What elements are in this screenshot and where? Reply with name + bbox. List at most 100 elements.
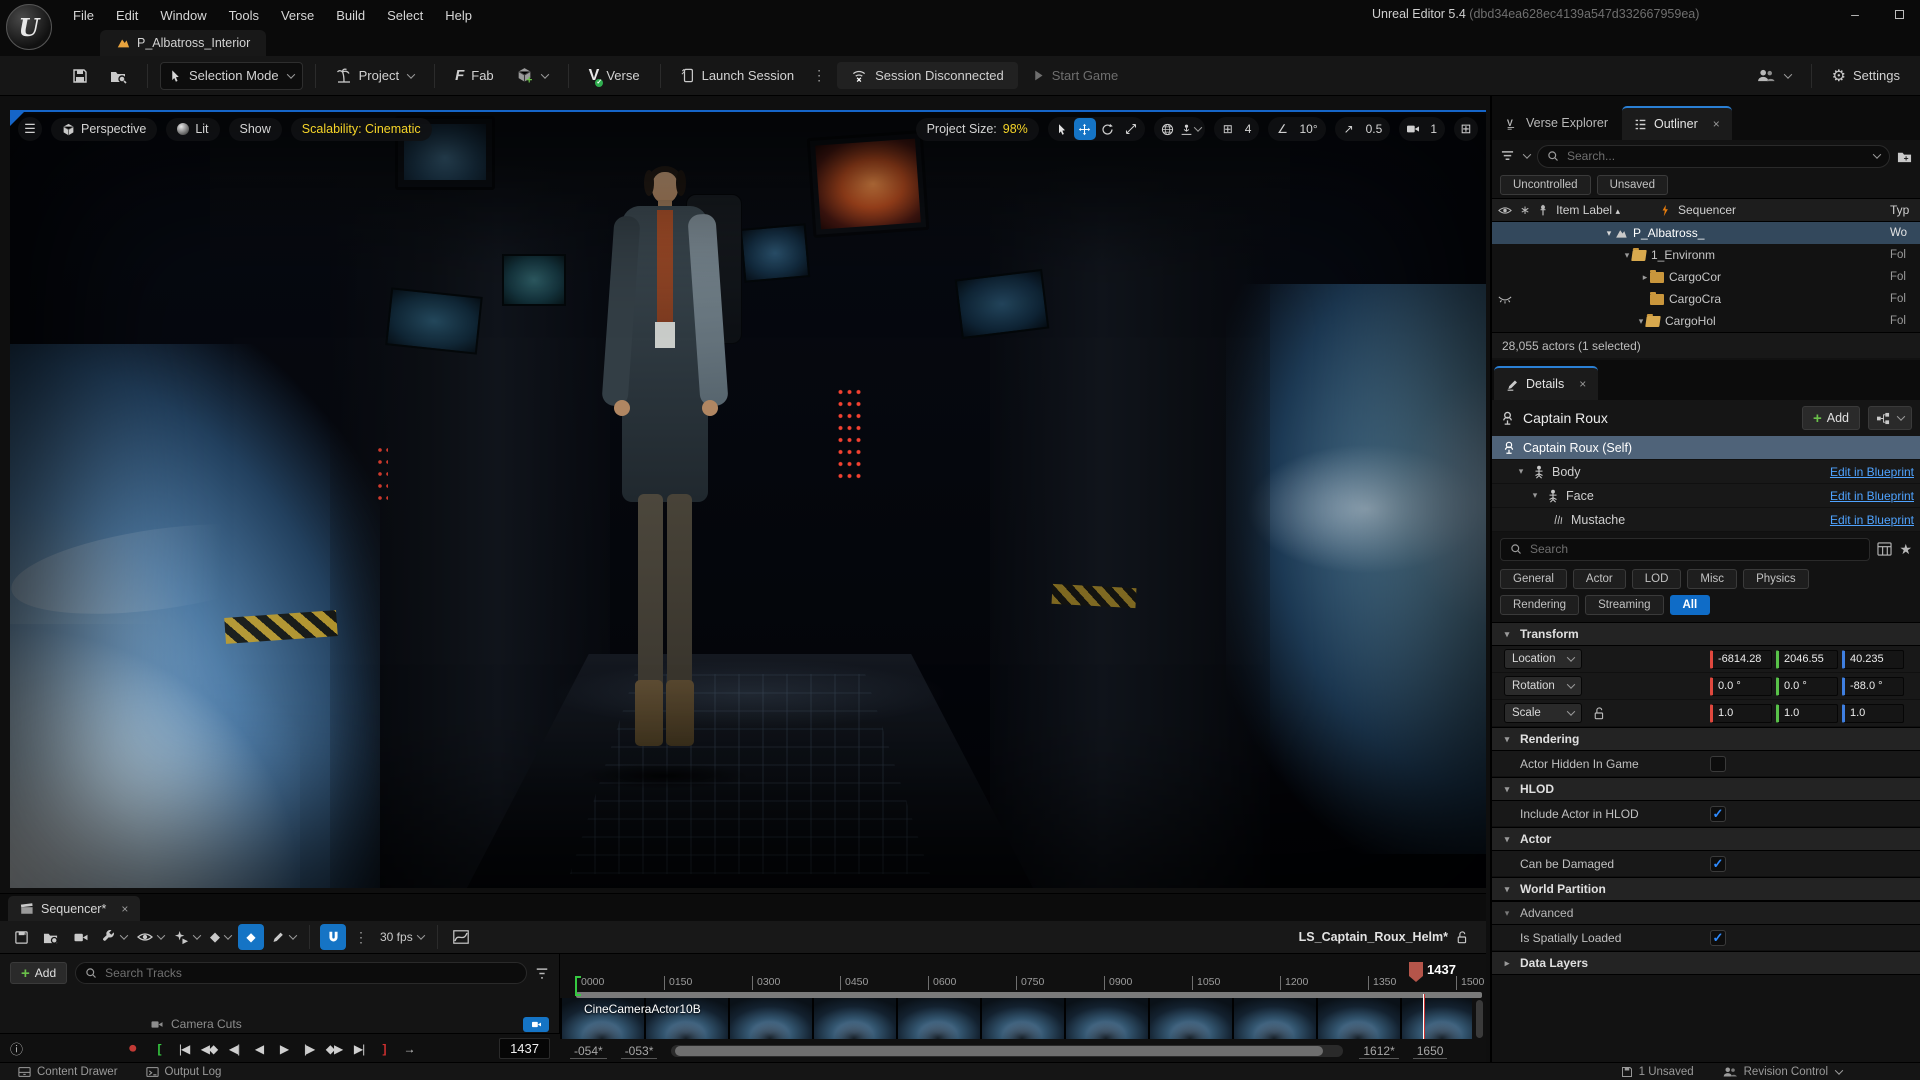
settings-button[interactable]: ⚙ Settings	[1824, 62, 1908, 90]
rotate-tool[interactable]	[1097, 118, 1119, 140]
section-rendering[interactable]: ▾ Rendering	[1492, 727, 1920, 751]
browse-sequence-button[interactable]	[38, 924, 64, 950]
section-hlod[interactable]: ▾ HLOD	[1492, 777, 1920, 801]
component-row-face[interactable]: ▾ Face Edit in Blueprint	[1492, 484, 1920, 508]
type-column[interactable]: Typ	[1890, 203, 1914, 217]
edit-in-blueprint-link[interactable]: Edit in Blueprint	[1830, 465, 1914, 479]
collaborators-dropdown[interactable]	[1748, 62, 1799, 90]
unlock-icon[interactable]	[1592, 706, 1605, 720]
view-range-end-field[interactable]: 1612*	[1359, 1044, 1399, 1059]
tab-outliner[interactable]: Outliner ×	[1621, 106, 1732, 140]
playback-start-bracket[interactable]: [	[147, 1042, 172, 1056]
selection-mode-dropdown[interactable]: Selection Mode	[160, 61, 303, 90]
section-data-layers[interactable]: ▸ Data Layers	[1492, 951, 1920, 975]
scalability-warning[interactable]: Scalability: Cinematic	[290, 117, 432, 141]
menu-edit[interactable]: Edit	[105, 8, 149, 23]
expander-icon[interactable]: ▾	[1604, 228, 1614, 239]
menu-verse[interactable]: Verse	[270, 8, 325, 23]
scale-tool[interactable]	[1120, 118, 1142, 140]
view-options-dropdown[interactable]	[134, 924, 167, 950]
add-track-button[interactable]: + Add	[10, 962, 68, 984]
verse-button[interactable]: V ✓ Verse	[581, 62, 648, 90]
tab-details[interactable]: Details ×	[1494, 366, 1599, 400]
sequencer-timeline[interactable]: 0000 0150 0300 0450 0600 0750 0900 1050 …	[560, 954, 1486, 1063]
can-be-damaged-checkbox[interactable]: ✓	[1710, 855, 1726, 872]
curve-editor-button[interactable]	[448, 924, 474, 950]
scale-y-field[interactable]: 1.0	[1776, 703, 1838, 723]
chip-streaming[interactable]: Streaming	[1585, 595, 1664, 615]
select-tool[interactable]	[1051, 118, 1073, 140]
angle-snap-toggle[interactable]: ∠	[1271, 118, 1293, 140]
session-status[interactable]: Session Disconnected	[837, 62, 1018, 89]
playback-options-dropdown[interactable]	[171, 924, 203, 950]
snap-toggle[interactable]	[320, 924, 346, 950]
unreal-logo-icon[interactable]: U	[6, 4, 52, 50]
camera-lock-toggle[interactable]	[523, 1016, 549, 1032]
unsaved-status-button[interactable]: 1 Unsaved	[1611, 1066, 1704, 1078]
info-icon[interactable]: ⓘ	[10, 1039, 23, 1058]
section-advanced[interactable]: ▾ Advanced	[1492, 901, 1920, 925]
record-button[interactable]: ⏺	[129, 1040, 137, 1057]
chip-all[interactable]: All	[1669, 595, 1711, 615]
content-browser-button[interactable]	[102, 62, 135, 90]
current-frame-field[interactable]: 1437	[499, 1038, 550, 1059]
section-world-partition[interactable]: ▾ World Partition	[1492, 877, 1920, 901]
angle-snap-value[interactable]: 10°	[1294, 122, 1322, 136]
autokey-toggle[interactable]: ◆	[238, 924, 264, 950]
eye-column-icon[interactable]	[1498, 205, 1512, 216]
blueprint-graph-button[interactable]	[1868, 406, 1912, 430]
menu-window[interactable]: Window	[149, 8, 217, 23]
outliner-search-input[interactable]	[1565, 148, 1866, 164]
start-game-button[interactable]: Start Game	[1024, 62, 1126, 90]
keyframe-options-dropdown[interactable]: ◆	[207, 924, 234, 950]
timeline-vertical-scrollbar[interactable]	[1476, 1000, 1483, 1038]
edit-in-blueprint-link[interactable]: Edit in Blueprint	[1830, 513, 1914, 527]
scale-dropdown[interactable]: Scale	[1504, 703, 1582, 723]
eye-closed-icon[interactable]	[1498, 295, 1512, 304]
next-key-button[interactable]: ◆▶	[322, 1042, 347, 1056]
perspective-dropdown[interactable]: Perspective	[51, 117, 158, 141]
expander-icon[interactable]: ▸	[1640, 272, 1650, 283]
grid-snap-value[interactable]: 4	[1240, 122, 1257, 136]
expander-icon[interactable]: ▾	[1530, 490, 1540, 501]
expander-icon[interactable]: ▾	[1516, 466, 1526, 477]
snap-options-dots[interactable]: ⋮	[350, 929, 373, 946]
output-log-button[interactable]: Output Log	[136, 1066, 232, 1078]
tab-verse-explorer[interactable]: V Verse Explorer	[1494, 106, 1620, 140]
project-dropdown[interactable]: Project	[328, 62, 422, 90]
playback-end-field[interactable]: 1650	[1412, 1044, 1448, 1059]
chip-physics[interactable]: Physics	[1743, 569, 1809, 589]
outliner-row-folder[interactable]: ▸ CargoCor Fol	[1492, 266, 1920, 288]
new-folder-icon[interactable]: +	[1897, 149, 1912, 164]
grid-snap-toggle[interactable]: ⊞	[1217, 118, 1239, 140]
world-space-toggle[interactable]	[1157, 118, 1179, 140]
viewport[interactable]: ☰ Perspective Lit Show Scalability: Cine…	[10, 110, 1486, 888]
edit-in-blueprint-link[interactable]: Edit in Blueprint	[1830, 489, 1914, 503]
lit-dropdown[interactable]: Lit	[166, 117, 220, 141]
close-tab-icon[interactable]: ×	[121, 902, 128, 916]
details-search-box[interactable]	[1500, 537, 1871, 561]
chip-lod[interactable]: LOD	[1631, 569, 1682, 589]
outliner-row-folder[interactable]: ▾ CargoHol Fol	[1492, 310, 1920, 332]
scale-snap-value[interactable]: 0.5	[1361, 122, 1388, 136]
play-reverse-button[interactable]: ◀	[247, 1042, 272, 1056]
section-transform[interactable]: ▾ Transform	[1492, 622, 1920, 646]
rotation-y-field[interactable]: 0.0 °	[1776, 676, 1838, 696]
rotation-z-field[interactable]: -88.0 °	[1842, 676, 1904, 696]
component-row-self[interactable]: Captain Roux (Self)	[1492, 436, 1920, 460]
outliner-row-folder[interactable]: ▾ 1_Environm Fol	[1492, 244, 1920, 266]
level-tab[interactable]: P_Albatross_Interior	[100, 30, 267, 56]
location-y-field[interactable]: 2046.55	[1776, 649, 1838, 669]
uncontrolled-button[interactable]: Uncontrolled	[1500, 175, 1591, 195]
save-sequence-button[interactable]: *	[8, 924, 34, 950]
chip-misc[interactable]: Misc	[1687, 569, 1738, 589]
track-filter-icon[interactable]	[535, 967, 549, 980]
scrollbar-thumb[interactable]	[675, 1046, 1324, 1056]
camera-cuts-track-row[interactable]: Camera Cuts	[0, 1015, 559, 1033]
menu-file[interactable]: File	[62, 8, 105, 23]
chip-general[interactable]: General	[1500, 569, 1567, 589]
menu-build[interactable]: Build	[325, 8, 376, 23]
location-x-field[interactable]: -6814.28	[1710, 649, 1772, 669]
to-end-button[interactable]: ▶|	[347, 1042, 372, 1056]
loop-mode-button[interactable]: →	[397, 1042, 422, 1056]
